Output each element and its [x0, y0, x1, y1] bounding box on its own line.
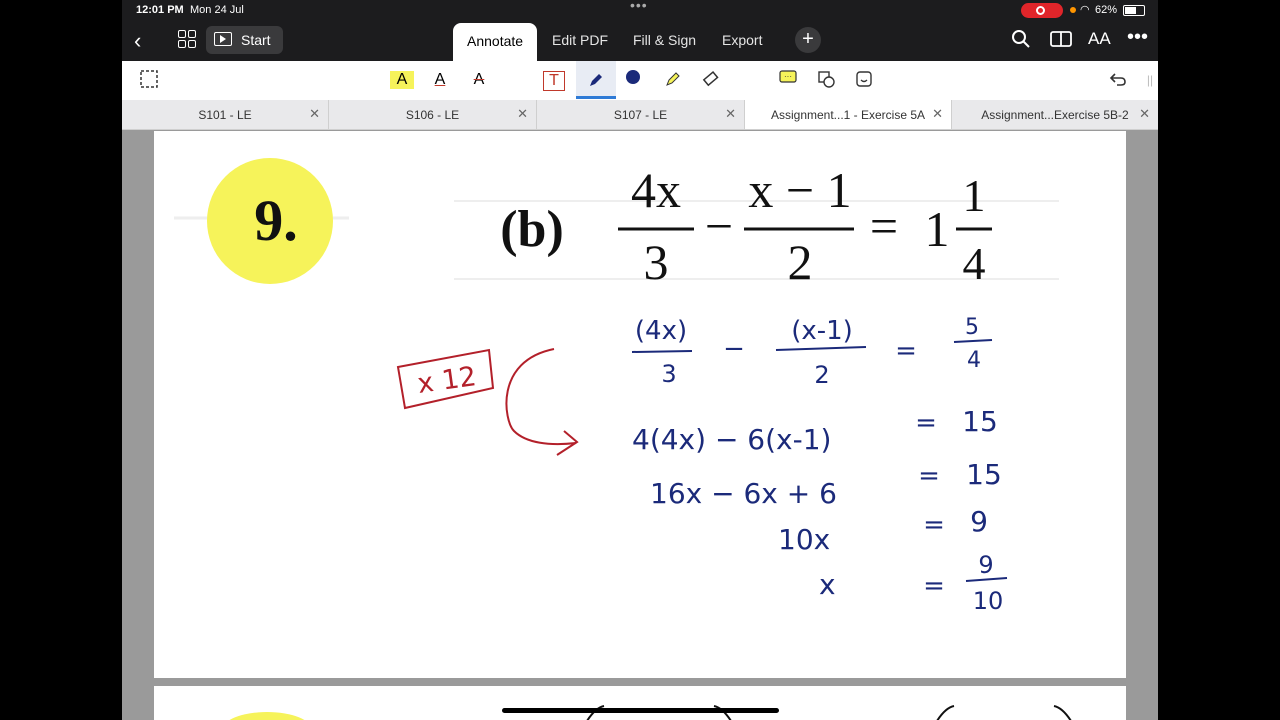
- highlighter-icon[interactable]: [661, 69, 685, 91]
- hw-line3-rhs: 15: [966, 458, 1002, 491]
- equals-sign: =: [870, 198, 898, 254]
- hw-equals-2: =: [915, 408, 937, 438]
- next-pdf-page[interactable]: [154, 686, 1126, 720]
- next-page-preview: [229, 705, 1072, 720]
- hw-equals-1: =: [895, 336, 917, 366]
- fraction2-denominator: 2: [788, 234, 813, 290]
- shapes-icon[interactable]: [814, 69, 838, 91]
- ipad-screen: 12:01 PM Mon 24 Jul ••• ◠ 62% ‹ Start An…: [122, 0, 1158, 720]
- text-size-icon[interactable]: AA: [1088, 29, 1111, 49]
- doc-tab-label: Assignment...1 - Exercise 5A: [770, 108, 926, 122]
- multiplier-annotation: x 12: [396, 348, 579, 456]
- status-time: 12:01 PM: [136, 4, 184, 16]
- pdf-page[interactable]: 9. (b) 4x 3 − x − 1 2 = 1 1 4 x 12 (4x) …: [154, 131, 1126, 678]
- comment-icon[interactable]: ···: [776, 69, 800, 91]
- toolbar-drag-handle[interactable]: ||: [1138, 69, 1158, 91]
- underline-text-icon[interactable]: A: [428, 69, 452, 91]
- fraction1-denominator: 3: [644, 234, 669, 290]
- status-date: Mon 24 Jul: [190, 4, 244, 16]
- hw-equals-4: =: [923, 510, 945, 540]
- doc-tab[interactable]: Assignment...Exercise 5B-2 ✕: [952, 100, 1158, 129]
- battery-icon: [1123, 5, 1145, 16]
- hw-frac-a-num: (4x): [635, 316, 687, 346]
- page-content: 9. (b) 4x 3 − x − 1 2 = 1 1 4 x 12 (4x) …: [174, 158, 1059, 615]
- doc-tab-label: S107 - LE: [613, 108, 668, 122]
- hw-frac-b-num: (x-1): [791, 316, 853, 346]
- back-chevron-icon[interactable]: ‹: [134, 28, 141, 54]
- hw-equals-3: =: [918, 461, 940, 491]
- tab-export[interactable]: Export: [722, 32, 762, 48]
- doc-tab-label: S101 - LE: [198, 108, 252, 122]
- hw-line3-lhs: 16x − 6x + 6: [650, 477, 837, 510]
- pen-color-swatch[interactable]: [621, 69, 645, 91]
- hw-frac-final-num: 9: [978, 551, 993, 579]
- question-part: (b): [500, 201, 564, 258]
- doc-tab[interactable]: S107 - LE ✕: [537, 100, 745, 129]
- close-tab-icon[interactable]: ✕: [1139, 106, 1150, 122]
- close-tab-icon[interactable]: ✕: [932, 106, 943, 122]
- multitask-dots-icon[interactable]: •••: [630, 0, 648, 13]
- tab-edit-pdf[interactable]: Edit PDF: [552, 32, 608, 48]
- present-icon: [214, 32, 232, 46]
- status-bar: 12:01 PM Mon 24 Jul ••• ◠ 62%: [122, 0, 1158, 20]
- start-label: Start: [241, 32, 271, 48]
- question-number: 9.: [254, 188, 298, 253]
- more-options-icon[interactable]: •••: [1127, 26, 1148, 49]
- tab-fill-sign[interactable]: Fill & Sign: [633, 32, 696, 48]
- mixed-denominator: 4: [963, 238, 986, 289]
- hw-minus: −: [723, 334, 745, 364]
- hw-frac-b-den: 2: [814, 361, 829, 389]
- annotation-toolbar: A A A T ··· ||: [122, 61, 1158, 101]
- undo-icon[interactable]: [1106, 69, 1130, 91]
- hw-equals-5: =: [923, 571, 945, 601]
- document-tab-bar: S101 - LE ✕ S106 - LE ✕ S107 - LE ✕ Assi…: [122, 100, 1158, 130]
- eraser-icon[interactable]: [699, 69, 723, 91]
- wifi-icon: ◠: [1080, 4, 1090, 16]
- start-presentation-button[interactable]: Start: [206, 26, 283, 54]
- hw-line4-lhs: 10x: [778, 523, 830, 556]
- doc-tab-label: S106 - LE: [405, 108, 460, 122]
- close-tab-icon[interactable]: ✕: [517, 106, 528, 122]
- reader-book-icon[interactable]: [1050, 29, 1072, 54]
- top-navbar: ‹ Start Annotate Edit PDF Fill & Sign Ex…: [122, 20, 1158, 61]
- grid-view-icon[interactable]: [178, 30, 196, 48]
- pen-tool-icon[interactable]: [576, 61, 616, 99]
- doc-tab-active[interactable]: Assignment...1 - Exercise 5A ✕: [745, 100, 952, 129]
- doc-tab-label: Assignment...Exercise 5B-2: [981, 108, 1129, 122]
- hw-frac-r-num: 5: [965, 315, 979, 340]
- screen-record-icon[interactable]: [1021, 3, 1063, 18]
- hw-frac-final-den: 10: [973, 587, 1004, 615]
- lasso-select-icon[interactable]: [137, 69, 161, 91]
- handwritten-solution: (4x) 3 − (x-1) 2 = 5 4 4(4x) − 6(x-1) = …: [631, 315, 1008, 615]
- doc-tab[interactable]: S101 - LE ✕: [122, 100, 329, 129]
- sticker-icon[interactable]: [852, 69, 876, 91]
- hw-line5-lhs: x: [819, 568, 836, 601]
- hw-line2-lhs: 4(4x) − 6(x-1): [632, 423, 831, 456]
- tab-annotate[interactable]: Annotate: [453, 23, 538, 61]
- hw-frac-a-den: 3: [661, 360, 676, 388]
- search-icon[interactable]: [1011, 29, 1031, 54]
- battery-percent: 62%: [1095, 4, 1118, 16]
- close-tab-icon[interactable]: ✕: [725, 106, 736, 122]
- strikethrough-text-icon[interactable]: A: [467, 69, 491, 91]
- add-tool-button[interactable]: +: [795, 27, 821, 53]
- fraction2-numerator: x − 1: [748, 162, 851, 218]
- close-tab-icon[interactable]: ✕: [309, 106, 320, 122]
- doc-tab[interactable]: S106 - LE ✕: [329, 100, 537, 129]
- svg-text:···: ···: [784, 72, 792, 81]
- highlight-text-icon[interactable]: A: [390, 71, 414, 89]
- text-box-icon[interactable]: T: [543, 71, 565, 91]
- minus-sign: −: [705, 198, 733, 254]
- fraction1-numerator: 4x: [631, 162, 681, 218]
- hw-line2-rhs: 15: [962, 405, 998, 438]
- hw-frac-r-den: 4: [967, 348, 981, 373]
- mixed-whole: 1: [925, 201, 950, 257]
- hw-line4-rhs: 9: [970, 505, 988, 538]
- home-indicator[interactable]: [502, 708, 779, 713]
- mixed-numerator: 1: [963, 170, 986, 221]
- mic-indicator-icon: [1070, 7, 1076, 13]
